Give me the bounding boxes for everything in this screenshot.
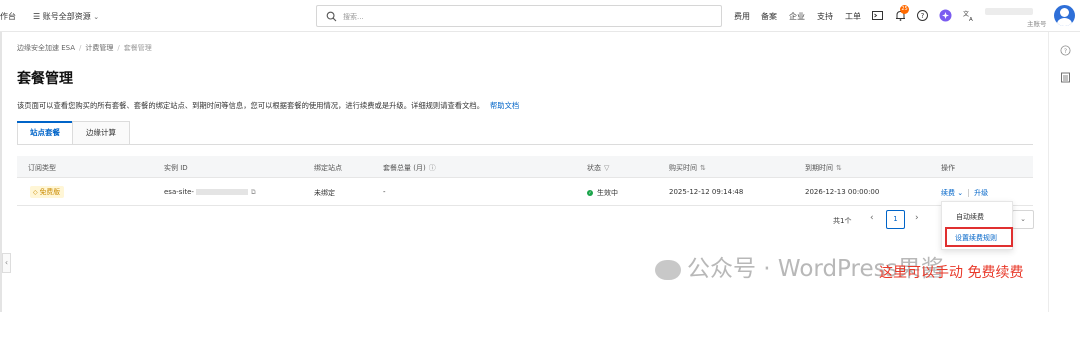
- nav-billing[interactable]: 费用: [734, 11, 750, 22]
- chevron-left-icon: ‹: [4, 258, 9, 267]
- col-expire-time-label: 到期时间: [805, 164, 833, 172]
- copy-icon[interactable]: ⧉: [251, 188, 256, 196]
- check-circle-icon: ✓: [587, 190, 593, 196]
- svg-text:?: ?: [921, 12, 925, 20]
- breadcrumb-billing[interactable]: 计费管理: [85, 44, 113, 52]
- tab-underline: [17, 144, 1033, 145]
- pagination-total: 共1个: [833, 217, 852, 225]
- col-subscription-type: 订阅类型: [28, 164, 56, 172]
- status-cell: ✓ 生效中: [587, 188, 618, 198]
- diamond-icon: ◇: [33, 189, 38, 196]
- help-doc-link[interactable]: 帮助文档: [490, 101, 519, 110]
- expire-time-cell: 2026-12-13 00:00:00: [805, 188, 880, 196]
- help-circle-icon[interactable]: ?: [1060, 45, 1071, 56]
- svg-text:?: ?: [1064, 48, 1067, 55]
- col-plan-quota-label: 套餐总量 (月): [383, 164, 426, 172]
- sort-icon[interactable]: ⇅: [836, 164, 842, 172]
- plan-name: 免费版: [39, 188, 61, 196]
- nav-ticket[interactable]: 工单: [845, 11, 861, 22]
- list-icon: ☰: [33, 12, 41, 21]
- col-plan-quota: 套餐总量 (月) ⓘ: [383, 163, 436, 173]
- breadcrumb-esa[interactable]: 边缘安全加速 ESA: [17, 44, 75, 52]
- language-icon[interactable]: 文 A: [962, 9, 975, 22]
- wechat-logo-icon: [655, 259, 681, 280]
- sidebar-expand-toggle[interactable]: ‹: [2, 253, 11, 273]
- top-nav-bar: 作台 ☰ 账号全部资源 ⌄ 搜索... 费用 备案 企业 支持 工单 25 ? …: [0, 0, 1080, 32]
- tab-edge-compute[interactable]: 边缘计算: [72, 121, 130, 145]
- filter-icon[interactable]: ▽: [604, 164, 609, 172]
- instance-id-cell: esa-site- ⧉: [164, 188, 256, 197]
- chevron-down-icon: ⌄: [957, 189, 964, 197]
- document-icon[interactable]: [1060, 72, 1071, 83]
- col-status-label: 状态: [587, 164, 601, 172]
- terminal-icon[interactable]: [871, 9, 884, 22]
- col-instance-id: 实例 ID: [164, 164, 188, 172]
- highlight-box: 设置续费规则: [945, 227, 1013, 247]
- col-purchase-time: 购买时间 ⇅: [669, 163, 706, 173]
- breadcrumb-current: 套餐管理: [123, 44, 152, 52]
- nav-enterprise[interactable]: 企业: [789, 11, 805, 22]
- instance-id-redacted: [195, 189, 248, 195]
- bound-site-cell: 未绑定: [314, 189, 335, 197]
- ai-assistant-icon[interactable]: [939, 9, 952, 22]
- tab-site-plan[interactable]: 站点套餐: [17, 121, 73, 145]
- breadcrumb-separator: /: [79, 44, 82, 52]
- chevron-down-icon: ⌄: [93, 13, 100, 21]
- chevron-down-icon: ⌄: [1020, 215, 1026, 223]
- annotation-text: 这里可以手动 免费续费: [879, 265, 1024, 281]
- upgrade-link[interactable]: 升级: [974, 189, 988, 197]
- breadcrumb-separator: /: [117, 44, 120, 52]
- col-actions: 操作: [941, 164, 955, 172]
- nav-icp[interactable]: 备案: [761, 11, 777, 22]
- next-page-icon[interactable]: ›: [915, 213, 919, 223]
- search-placeholder: 搜索...: [343, 13, 364, 21]
- search-icon: [326, 11, 337, 22]
- page-title: 套餐管理: [17, 71, 73, 87]
- table-row: ◇ 免费版 esa-site- ⧉ 未绑定 - ✓ 生效中 2025-12-12 09…: [17, 179, 1033, 206]
- help-icon[interactable]: ?: [916, 9, 929, 22]
- status-text: 生效中: [597, 189, 618, 197]
- renew-label: 续费: [941, 189, 955, 197]
- action-divider: [968, 189, 970, 197]
- right-tool-rail: ?: [1048, 32, 1080, 312]
- resource-group-selector[interactable]: ☰ 账号全部资源 ⌄: [33, 11, 99, 22]
- table-header: 订阅类型 实例 ID 绑定站点 套餐总量 (月) ⓘ 状态 ▽ 购买时间 ⇅ 到期时间…: [17, 156, 1033, 178]
- col-purchase-time-label: 购买时间: [669, 164, 697, 172]
- quota-cell: -: [383, 188, 386, 196]
- svg-text:A: A: [969, 17, 973, 22]
- search-input[interactable]: 搜索...: [316, 5, 722, 27]
- avatar[interactable]: [1054, 5, 1075, 26]
- username: [985, 8, 1033, 15]
- nav-support[interactable]: 支持: [817, 11, 833, 22]
- actions-cell: 续费 ⌄ 升级: [941, 188, 988, 198]
- resource-group-label: 账号全部资源: [42, 12, 91, 21]
- workbench-link[interactable]: 作台: [0, 11, 16, 22]
- page-size-select[interactable]: ⌄: [1012, 210, 1034, 229]
- notification-badge: 25: [900, 5, 909, 14]
- page-number-current[interactable]: 1: [886, 210, 905, 229]
- col-bound-site: 绑定站点: [314, 164, 342, 172]
- page-description: 该页面可以查看您购买的所有套餐、套餐的绑定站点、到期时间等信息，您可以根据套餐的…: [17, 101, 519, 111]
- account-type: 主账号: [1027, 20, 1047, 28]
- description-text: 该页面可以查看您购买的所有套餐、套餐的绑定站点、到期时间等信息，您可以根据套餐的…: [17, 101, 484, 110]
- menu-item-auto-renew[interactable]: 自动续费: [956, 212, 984, 222]
- col-status: 状态 ▽: [587, 163, 609, 173]
- col-expire-time: 到期时间 ⇅: [805, 163, 842, 173]
- instance-id: esa-site-: [164, 188, 194, 196]
- purchase-time-cell: 2025-12-12 09:14:48: [669, 188, 744, 196]
- breadcrumb: 边缘安全加速 ESA / 计费管理 / 套餐管理: [17, 43, 152, 53]
- menu-item-set-renew-rules[interactable]: 设置续费规则: [955, 233, 997, 243]
- plan-badge: ◇ 免费版: [30, 186, 65, 198]
- renew-dropdown-button[interactable]: 续费 ⌄: [941, 189, 963, 197]
- info-icon[interactable]: ⓘ: [429, 164, 436, 172]
- sort-icon[interactable]: ⇅: [700, 164, 706, 172]
- prev-page-icon[interactable]: ‹: [870, 213, 874, 223]
